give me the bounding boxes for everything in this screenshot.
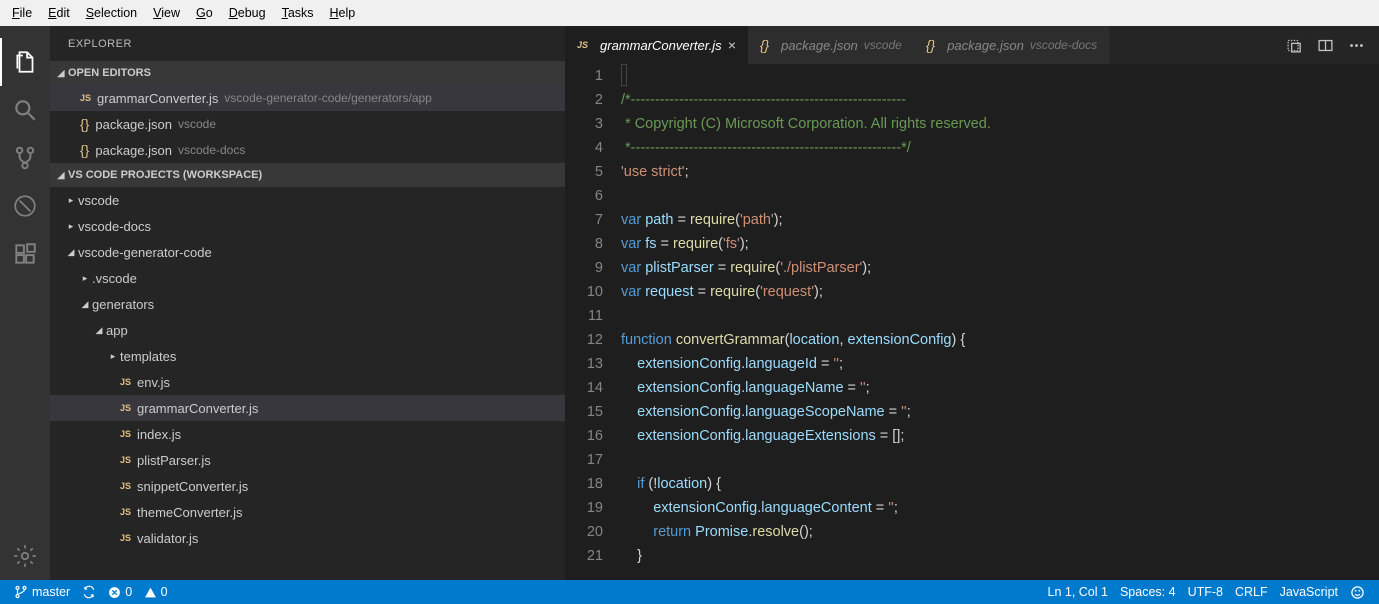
- status-sync[interactable]: [76, 585, 102, 599]
- status-lncol[interactable]: Ln 1, Col 1: [1042, 585, 1114, 599]
- sidebar: EXPLORER ◢OPEN EDITORS JSgrammarConverte…: [50, 26, 565, 580]
- open-editor-item[interactable]: {}package.jsonvscode: [50, 111, 565, 137]
- file-item[interactable]: JSsnippetConverter.js: [50, 473, 565, 499]
- status-encoding[interactable]: UTF-8: [1182, 585, 1229, 599]
- sidebar-title: EXPLORER: [50, 26, 565, 61]
- editor-tab[interactable]: {}package.jsonvscode: [748, 26, 914, 64]
- file-item[interactable]: JSvalidator.js: [50, 525, 565, 551]
- gutter: 123456789101112131415161718192021: [565, 64, 621, 580]
- folder-item[interactable]: ▸vscode-docs: [50, 213, 565, 239]
- file-tree: ▸vscode▸vscode-docs◢vscode-generator-cod…: [50, 187, 565, 580]
- open-editors-header[interactable]: ◢OPEN EDITORS: [50, 61, 565, 85]
- activity-search[interactable]: [0, 86, 50, 134]
- code-editor[interactable]: 123456789101112131415161718192021 /*----…: [565, 64, 1379, 580]
- status-spaces[interactable]: Spaces: 4: [1114, 585, 1182, 599]
- activity-bar: [0, 26, 50, 580]
- code-content[interactable]: /*--------------------------------------…: [621, 64, 1379, 580]
- menu-go[interactable]: Go: [188, 3, 221, 23]
- activity-explorer[interactable]: [0, 38, 50, 86]
- editor-group: JSgrammarConverter.js×{}package.jsonvsco…: [565, 26, 1379, 580]
- editor-actions: [1286, 26, 1379, 64]
- editor-tab[interactable]: {}package.jsonvscode-docs: [914, 26, 1109, 64]
- folder-item[interactable]: ▸.vscode: [50, 265, 565, 291]
- folder-item[interactable]: ▸templates: [50, 343, 565, 369]
- menu-help[interactable]: Help: [322, 3, 364, 23]
- folder-item[interactable]: ▸vscode: [50, 187, 565, 213]
- menu-tasks[interactable]: Tasks: [274, 3, 322, 23]
- close-icon[interactable]: ×: [728, 37, 736, 53]
- menu-file[interactable]: File: [4, 3, 40, 23]
- tab-bar: JSgrammarConverter.js×{}package.jsonvsco…: [565, 26, 1379, 64]
- open-editor-item[interactable]: {}package.jsonvscode-docs: [50, 137, 565, 163]
- folder-item[interactable]: ◢vscode-generator-code: [50, 239, 565, 265]
- status-language[interactable]: JavaScript: [1274, 585, 1344, 599]
- file-item[interactable]: JSthemeConverter.js: [50, 499, 565, 525]
- folder-item[interactable]: ◢generators: [50, 291, 565, 317]
- menu-selection[interactable]: Selection: [78, 3, 145, 23]
- file-item[interactable]: JSgrammarConverter.js: [50, 395, 565, 421]
- file-item[interactable]: JSenv.js: [50, 369, 565, 395]
- activity-scm[interactable]: [0, 134, 50, 182]
- activity-debug[interactable]: [0, 182, 50, 230]
- compare-icon[interactable]: [1286, 37, 1303, 54]
- open-editor-item[interactable]: JSgrammarConverter.jsvscode-generator-co…: [50, 85, 565, 111]
- menu-debug[interactable]: Debug: [221, 3, 274, 23]
- activity-extensions[interactable]: [0, 230, 50, 278]
- split-icon[interactable]: [1317, 37, 1334, 54]
- status-feedback[interactable]: [1344, 585, 1371, 600]
- file-item[interactable]: JSindex.js: [50, 421, 565, 447]
- menu-view[interactable]: View: [145, 3, 188, 23]
- status-bar: master 0 0 Ln 1, Col 1 Spaces: 4 UTF-8 C…: [0, 580, 1379, 604]
- open-editors-list: JSgrammarConverter.jsvscode-generator-co…: [50, 85, 565, 163]
- workspace-header[interactable]: ◢VS CODE PROJECTS (WORKSPACE): [50, 163, 565, 187]
- file-item[interactable]: JSplistParser.js: [50, 447, 565, 473]
- status-eol[interactable]: CRLF: [1229, 585, 1274, 599]
- menu-bar: File Edit Selection View Go Debug Tasks …: [0, 0, 1379, 26]
- activity-settings[interactable]: [0, 532, 50, 580]
- status-branch[interactable]: master: [8, 585, 76, 599]
- menu-edit[interactable]: Edit: [40, 3, 78, 23]
- more-icon[interactable]: [1348, 37, 1365, 54]
- status-problems[interactable]: 0 0: [102, 585, 173, 599]
- folder-item[interactable]: ◢app: [50, 317, 565, 343]
- editor-tab[interactable]: JSgrammarConverter.js×: [565, 26, 748, 64]
